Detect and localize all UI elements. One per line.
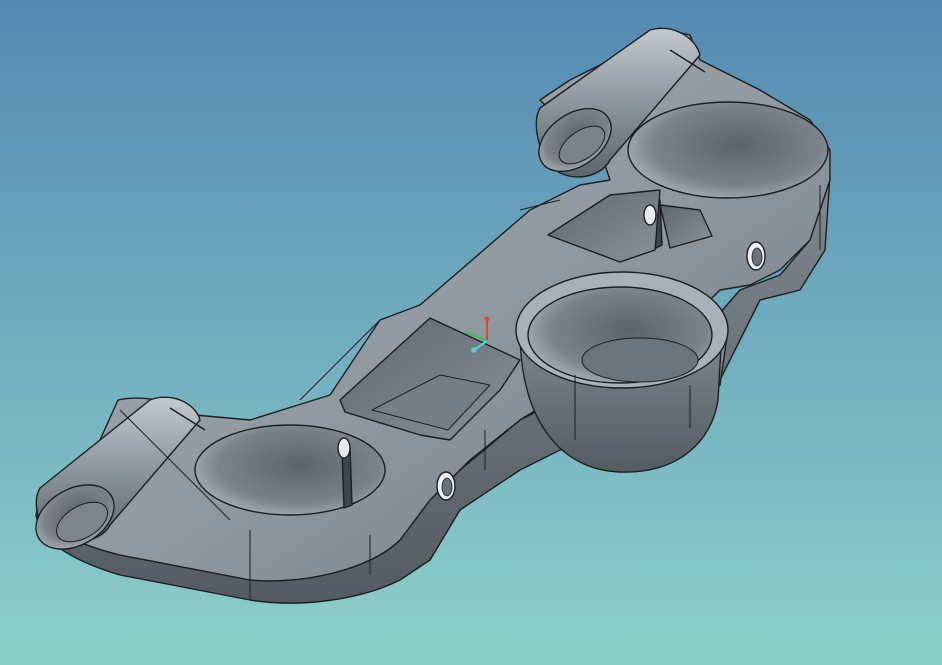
triple-clamp-model[interactable] [0,0,942,665]
triad-z-tip [484,316,490,322]
cad-3d-viewport[interactable] [0,0,942,665]
left-fork-bore [194,424,386,516]
center-bolt-hole-b [643,204,657,226]
left-pinch-bolt-hole-inner [441,477,453,497]
clamp-body[interactable] [25,27,831,604]
triad-y-tip [471,347,477,353]
center-bolt-hole-a [337,437,351,459]
steerer-bore-step [581,337,699,383]
right-pinch-bolt-hole-inner [751,247,763,267]
right-fork-bore [627,101,829,199]
